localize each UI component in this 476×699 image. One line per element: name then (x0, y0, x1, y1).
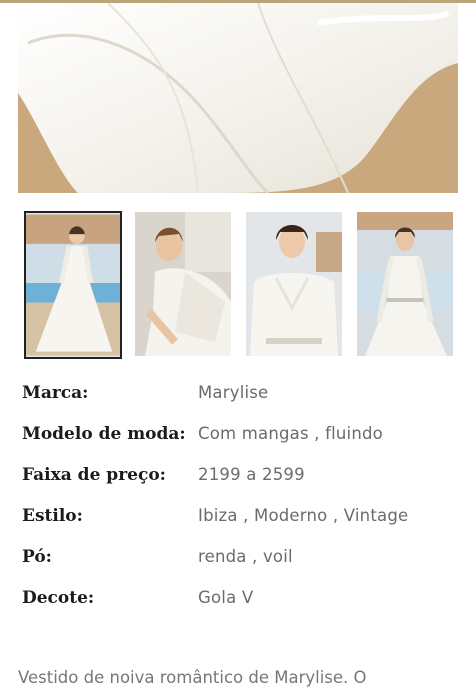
spec-value-style: Ibiza , Moderno , Vintage (198, 506, 409, 525)
spec-value-price-range: 2199 a 2599 (198, 465, 305, 484)
spec-row-style: Estilo: Ibiza , Moderno , Vintage (22, 495, 462, 536)
main-dress-photo[interactable] (18, 3, 458, 193)
spec-label-fashion-model: Modelo de moda: (22, 423, 186, 444)
thumbnail-4-image (357, 212, 453, 356)
thumbnail-3[interactable] (246, 212, 342, 356)
spec-label-brand: Marca: (22, 382, 89, 403)
thumbnail-3-image (246, 212, 342, 356)
spec-row-brand: Marca: Marylise (22, 372, 462, 413)
spec-row-fabric: Pó: renda , voil (22, 536, 462, 577)
spec-label-price-range: Faixa de preço: (22, 464, 166, 485)
product-description: Vestido de noiva romântico de Marylise. … (18, 668, 367, 687)
thumbnail-gallery (24, 211, 454, 359)
spec-row-neckline: Decote: Gola V (22, 577, 462, 618)
thumbnail-2-image (135, 212, 231, 356)
thumbnail-1-image (26, 214, 120, 356)
spec-label-neckline: Decote: (22, 587, 95, 608)
spec-value-neckline: Gola V (198, 588, 254, 607)
thumbnail-1[interactable] (24, 211, 122, 359)
main-photo-image (18, 3, 458, 193)
thumbnail-4[interactable] (357, 212, 453, 356)
spec-value-brand: Marylise (198, 383, 269, 402)
spec-row-fashion-model: Modelo de moda: Com mangas , fluindo (22, 413, 462, 454)
product-specs: Marca: Marylise Modelo de moda: Com mang… (22, 372, 462, 618)
spec-label-fabric: Pó: (22, 546, 52, 567)
spec-value-fashion-model: Com mangas , fluindo (198, 424, 383, 443)
spec-value-fabric: renda , voil (198, 547, 293, 566)
thumbnail-2[interactable] (135, 212, 231, 356)
spec-row-price-range: Faixa de preço: 2199 a 2599 (22, 454, 462, 495)
spec-label-style: Estilo: (22, 505, 83, 526)
